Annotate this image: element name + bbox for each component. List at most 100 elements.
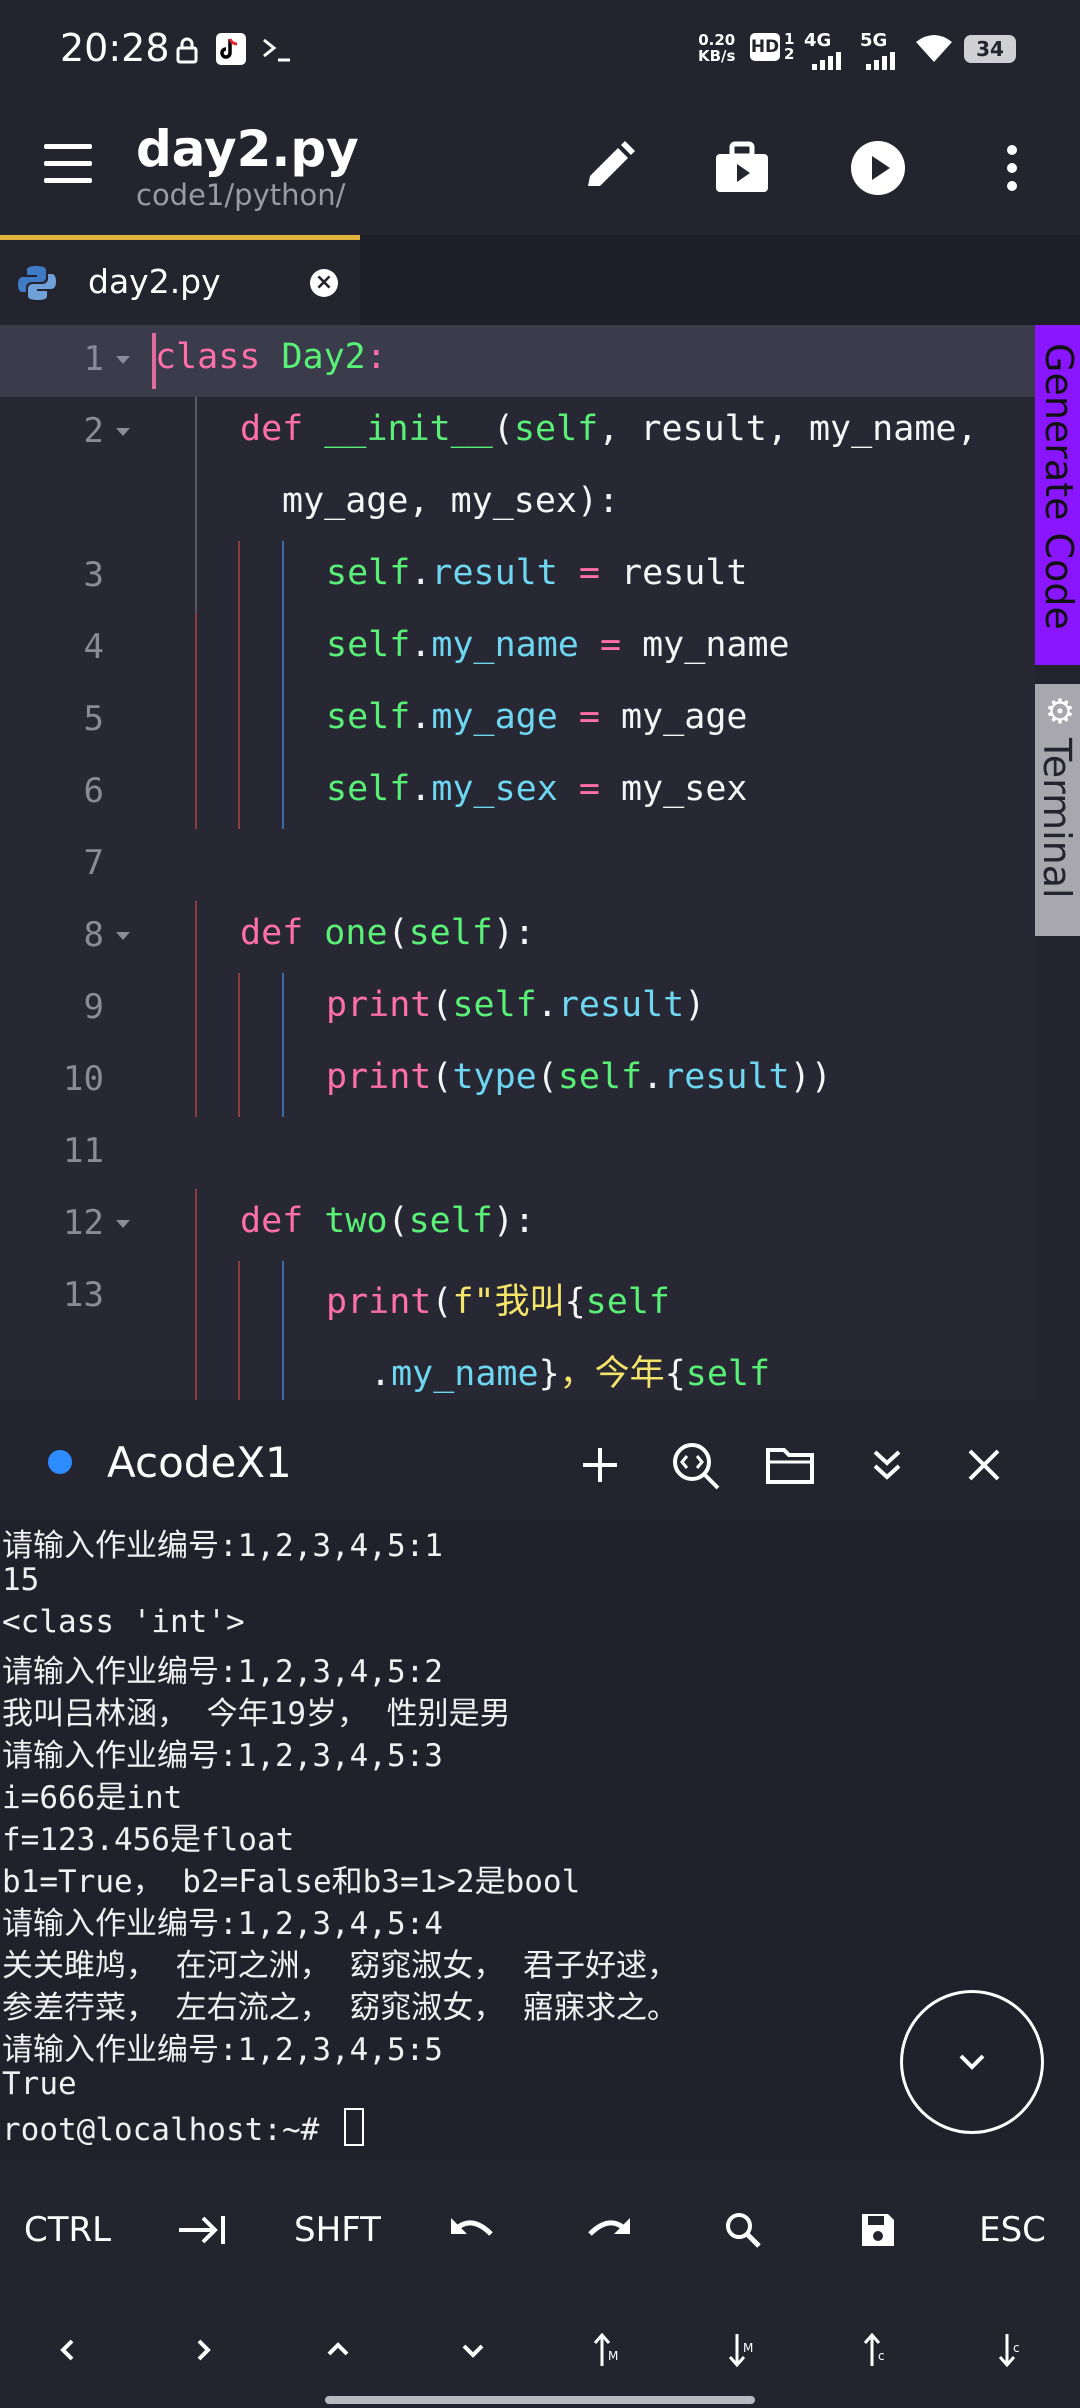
terminal-line: 请输入作业编号:1,2,3,4,5:1 bbox=[2, 1528, 443, 1564]
terminal-tab-label: Terminal bbox=[1035, 738, 1079, 899]
signal-5g-icon bbox=[866, 52, 900, 70]
terminal-line: f=123.456是float bbox=[2, 1822, 295, 1858]
code-line: 13 print(f"我叫{self bbox=[0, 1261, 1035, 1333]
svg-text:M: M bbox=[743, 2341, 753, 2355]
close-icon[interactable] bbox=[957, 1438, 1011, 1492]
terminal-line: 请输入作业编号:1,2,3,4,5:2 bbox=[2, 1654, 443, 1690]
key-redo[interactable] bbox=[540, 2180, 675, 2280]
terminal-title: AcodeX1 bbox=[107, 1438, 292, 1487]
terminal-tab[interactable]: ⚙ Terminal bbox=[1035, 684, 1080, 936]
key-right[interactable] bbox=[135, 2300, 270, 2400]
file-path: code1/python/ bbox=[136, 178, 346, 212]
indent-guide bbox=[282, 541, 284, 829]
code-line: 5 self.my_age = my_age bbox=[0, 685, 1035, 757]
code-line: 7 bbox=[0, 829, 1035, 901]
menu-icon[interactable] bbox=[44, 144, 92, 184]
code-line: 1 class Day2: bbox=[0, 325, 1035, 397]
svg-text:M: M bbox=[608, 2349, 618, 2363]
code-line: 10 print(type(self.result)) bbox=[0, 1045, 1035, 1117]
scroll-to-bottom-button[interactable] bbox=[900, 1990, 1044, 2134]
terminal-line: b1=True， b2=False和b3=1>2是bool bbox=[2, 1864, 581, 1900]
key-ctrl[interactable]: CTRL bbox=[0, 2180, 135, 2280]
generate-code-tab[interactable]: Generate Code bbox=[1035, 325, 1080, 665]
code-text: print(self.result) bbox=[326, 985, 706, 1025]
folder-icon[interactable] bbox=[764, 1438, 818, 1492]
add-icon[interactable] bbox=[573, 1438, 627, 1492]
fold-arrow-icon[interactable] bbox=[116, 1220, 130, 1228]
code-line: my_age, my_sex): bbox=[0, 469, 1035, 541]
lock-icon bbox=[176, 37, 198, 64]
hd-badge: HD bbox=[750, 33, 780, 61]
code-line: 9 print(self.result) bbox=[0, 973, 1035, 1045]
terminal-line: True bbox=[2, 2066, 77, 2102]
indent-guide bbox=[195, 1189, 197, 1400]
wifi-icon bbox=[916, 35, 952, 62]
key-cursor-bottom[interactable]: c bbox=[945, 2300, 1080, 2400]
terminal-line: 15 bbox=[2, 1562, 40, 1598]
key-cursor-top[interactable]: c bbox=[810, 2300, 945, 2400]
cursor-top-icon: c bbox=[863, 2332, 885, 2366]
key-shift[interactable]: SHFT bbox=[270, 2180, 405, 2280]
python-icon bbox=[18, 266, 56, 300]
terminal-prompt: root@localhost:~# bbox=[2, 2108, 364, 2148]
key-tab[interactable] bbox=[135, 2180, 270, 2280]
terminal-header: AcodeX1 bbox=[0, 1400, 1080, 1520]
key-esc[interactable]: ESC bbox=[945, 2180, 1080, 2280]
indent-guide bbox=[238, 973, 240, 1117]
key-down[interactable] bbox=[405, 2300, 540, 2400]
fold-arrow-icon[interactable] bbox=[116, 932, 130, 940]
collapse-icon[interactable] bbox=[860, 1438, 914, 1492]
terminal-prompt-icon bbox=[263, 38, 290, 62]
arrow-up-icon bbox=[327, 2342, 348, 2356]
code-text: print(f"我叫{self bbox=[326, 1282, 670, 1322]
home-indicator[interactable] bbox=[325, 2396, 755, 2404]
line-number: 3 bbox=[83, 555, 104, 595]
key-up[interactable] bbox=[270, 2300, 405, 2400]
key-page-down[interactable]: M bbox=[675, 2300, 810, 2400]
fold-arrow-icon[interactable] bbox=[116, 428, 130, 436]
key-search[interactable] bbox=[675, 2180, 810, 2280]
redo-icon bbox=[587, 2218, 630, 2236]
run-icon[interactable] bbox=[846, 136, 910, 200]
code-text: .my_name}，今年{self bbox=[370, 1354, 771, 1394]
edit-icon[interactable] bbox=[576, 136, 640, 200]
svg-text:c: c bbox=[878, 2349, 885, 2363]
line-number: 10 bbox=[63, 1059, 104, 1099]
terminal-cursor bbox=[343, 2108, 364, 2146]
arrow-right-icon bbox=[197, 2339, 211, 2361]
line-number: 2 bbox=[83, 411, 104, 451]
sim-indicator: 12 bbox=[784, 30, 795, 63]
generate-code-label: Generate Code bbox=[1037, 343, 1080, 630]
code-text: self.my_age = my_age bbox=[326, 697, 748, 737]
search-code-icon[interactable] bbox=[668, 1438, 722, 1492]
key-left[interactable] bbox=[0, 2300, 135, 2400]
status-time: 20:28 bbox=[60, 26, 170, 70]
key-undo[interactable] bbox=[405, 2180, 540, 2280]
terminal-line: i=666是int bbox=[2, 1780, 183, 1816]
status-bar: 20:28 0.20 KB/s HD 12 4G 5G 34 bbox=[0, 0, 1080, 100]
code-line: 2 def __init__(self, result, my_name, bbox=[0, 397, 1035, 469]
code-text: self.my_name = my_name bbox=[326, 625, 790, 665]
code-text: def __init__(self, result, my_name, bbox=[240, 409, 978, 449]
chevron-down-icon bbox=[959, 2054, 985, 2070]
svg-text:c: c bbox=[1013, 2341, 1020, 2355]
fold-arrow-icon[interactable] bbox=[116, 356, 130, 364]
terminal-line: 关关雎鸠， 在河之洲， 窈窕淑女， 君子好逑， bbox=[2, 1948, 678, 1984]
terminal-line: 参差荇菜， 左右流之， 窈窕淑女， 寤寐求之。 bbox=[2, 1990, 678, 2026]
code-line: 8 def one(self): bbox=[0, 901, 1035, 973]
status-dot bbox=[48, 1450, 72, 1474]
tab-close-icon[interactable]: × bbox=[310, 269, 338, 297]
indent-guide bbox=[195, 613, 197, 829]
line-number: 6 bbox=[83, 771, 104, 811]
code-text: def one(self): bbox=[240, 913, 536, 953]
file-tab[interactable]: day2.py × bbox=[0, 235, 360, 325]
key-save[interactable] bbox=[810, 2180, 945, 2280]
search-icon bbox=[725, 2213, 761, 2248]
code-line: .my_name}，今年{self bbox=[0, 1333, 1035, 1400]
key-page-up[interactable]: M bbox=[540, 2300, 675, 2400]
terminal-line: 请输入作业编号:1,2,3,4,5:3 bbox=[2, 1738, 443, 1774]
code-editor[interactable]: 1 class Day2: 2 def __init__(self, resul… bbox=[0, 325, 1035, 1400]
more-icon[interactable] bbox=[980, 136, 1044, 200]
build-icon[interactable] bbox=[710, 136, 774, 200]
indent-guide bbox=[238, 541, 240, 829]
